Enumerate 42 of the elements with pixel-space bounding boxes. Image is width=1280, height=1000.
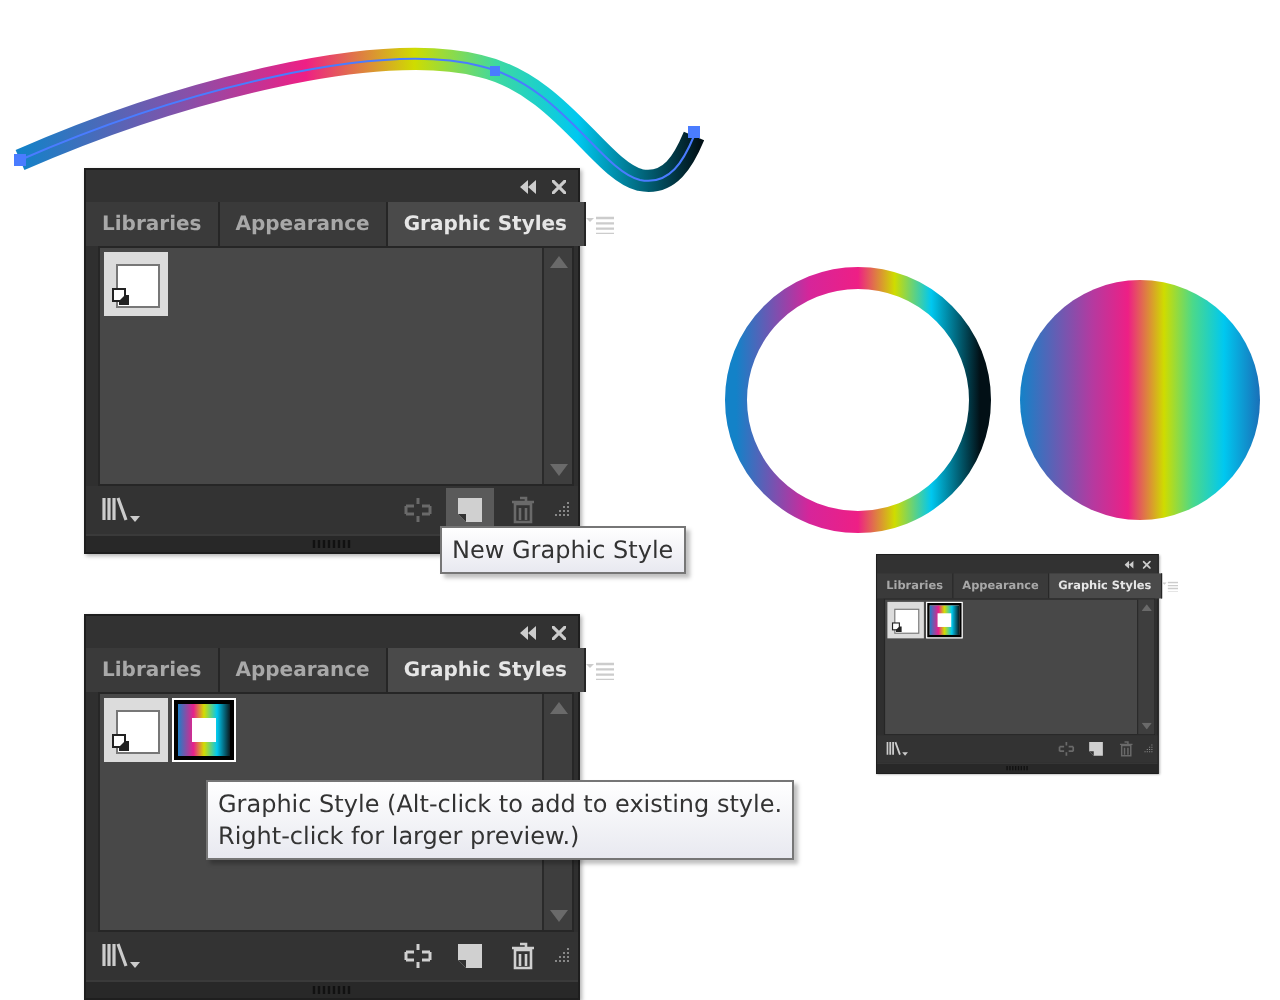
trash-icon: [1118, 740, 1134, 757]
collapse-icon[interactable]: [520, 625, 536, 639]
library-icon[interactable]: [886, 740, 910, 757]
panel-tab[interactable]: Libraries: [86, 202, 220, 246]
close-icon[interactable]: [552, 179, 566, 193]
default-style-icon: [890, 605, 921, 635]
break-link-icon: [1057, 740, 1076, 757]
menu-icon[interactable]: [585, 661, 614, 679]
trash-icon: [509, 942, 535, 970]
collapse-icon[interactable]: [1124, 560, 1134, 569]
style-swatch[interactable]: [104, 252, 168, 316]
panel-tab[interactable]: Appearance: [219, 648, 388, 692]
close-icon[interactable]: [552, 625, 566, 639]
default-style-icon: [110, 258, 162, 310]
style-swatch[interactable]: [926, 601, 963, 639]
break-link-icon: [402, 496, 434, 524]
trash-icon: [509, 496, 535, 524]
panel-tab[interactable]: Graphic Styles: [387, 202, 586, 246]
new-style-icon: [456, 496, 484, 524]
style-swatch[interactable]: [172, 698, 236, 762]
resize-grip-icon[interactable]: [550, 946, 570, 966]
collapse-icon[interactable]: [520, 179, 536, 193]
menu-icon[interactable]: [585, 215, 614, 233]
style-swatch[interactable]: [887, 601, 924, 639]
menu-icon[interactable]: [1161, 580, 1178, 592]
gradient-style-icon: [178, 704, 230, 756]
panel-tab[interactable]: Appearance: [219, 202, 388, 246]
new-style-icon: [456, 942, 484, 970]
style-swatch[interactable]: [104, 698, 168, 762]
panel-tab[interactable]: Graphic Styles: [387, 648, 586, 692]
gradient-style-icon: [929, 605, 960, 635]
tooltip: Graphic Style (Alt-click to add to existing style. Right-click for larger preview.): [206, 780, 795, 860]
tooltip: New Graphic Style: [440, 526, 686, 574]
new-style-icon: [1088, 740, 1104, 757]
default-style-icon: [110, 704, 162, 756]
close-icon[interactable]: [1142, 560, 1151, 569]
break-link-icon: [402, 942, 434, 970]
drag-handle-icon[interactable]: [1005, 766, 1029, 771]
panel-tab[interactable]: Libraries: [86, 648, 220, 692]
library-icon[interactable]: [102, 496, 142, 524]
resize-grip-icon[interactable]: [550, 500, 570, 520]
library-icon[interactable]: [102, 942, 142, 970]
